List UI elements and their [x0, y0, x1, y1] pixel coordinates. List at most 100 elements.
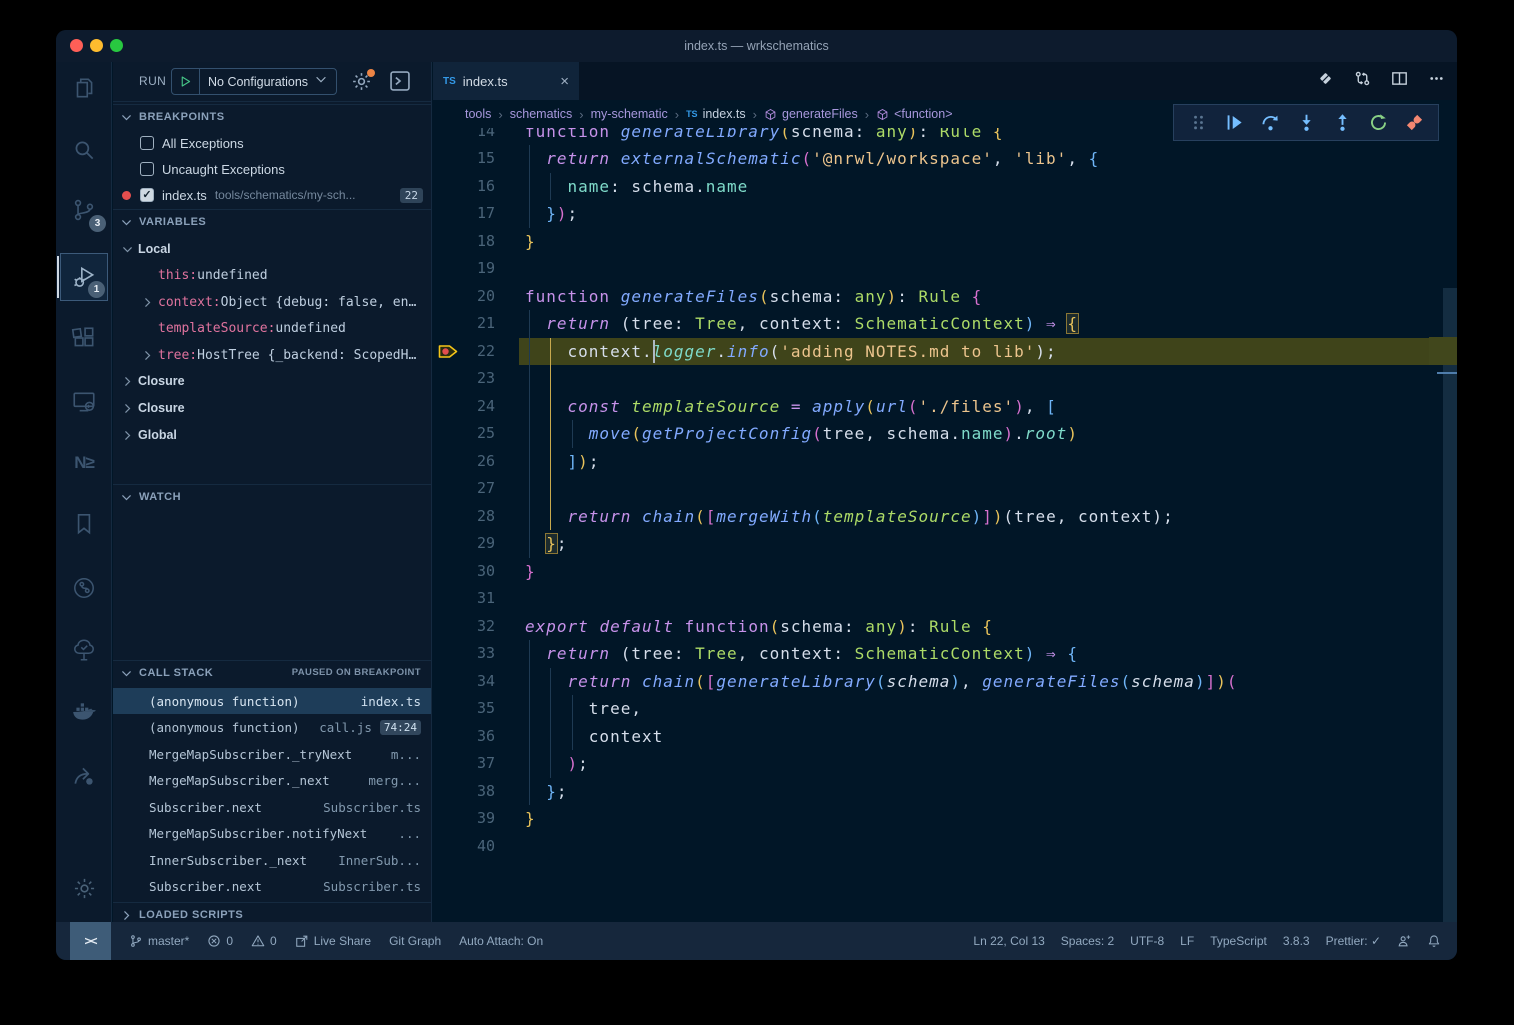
- code-line[interactable]: 39}: [433, 805, 1457, 833]
- line-number[interactable]: 26: [451, 448, 495, 476]
- code-line[interactable]: 24 const templateSource = apply(url('./f…: [433, 393, 1457, 421]
- code-line[interactable]: 28 return chain([mergeWith(templateSourc…: [433, 503, 1457, 531]
- call-stack-frame[interactable]: MergeMapSubscriber.notifyNext...: [113, 821, 431, 847]
- call-stack-frame[interactable]: MergeMapSubscriber._tryNextm...: [113, 741, 431, 767]
- line-number[interactable]: 39: [451, 805, 495, 833]
- ts-version[interactable]: 3.8.3: [1283, 934, 1310, 948]
- line-number[interactable]: 29: [451, 530, 495, 558]
- code-line[interactable]: 37 );: [433, 750, 1457, 778]
- line-number[interactable]: 15: [451, 145, 495, 173]
- call-stack-frame[interactable]: Subscriber.nextSubscriber.ts: [113, 874, 431, 900]
- line-number[interactable]: 30: [451, 558, 495, 586]
- code-line[interactable]: 36 context: [433, 723, 1457, 751]
- step-into-button[interactable]: [1288, 108, 1324, 138]
- breadcrumb-item[interactable]: tools: [465, 107, 491, 121]
- breakpoint-item[interactable]: All Exceptions: [113, 130, 431, 156]
- chevron-right-icon[interactable]: [141, 296, 154, 309]
- variable-row[interactable]: Closure: [113, 395, 431, 421]
- line-number[interactable]: 32: [451, 613, 495, 641]
- errors[interactable]: 0: [207, 934, 233, 948]
- activity-bar-explorer[interactable]: [60, 64, 108, 112]
- launch-configuration-dropdown[interactable]: No Configurations: [171, 68, 337, 95]
- language-mode[interactable]: TypeScript: [1210, 934, 1267, 948]
- section-header-variables[interactable]: VARIABLES: [113, 209, 431, 233]
- line-number[interactable]: 34: [451, 668, 495, 696]
- step-out-button[interactable]: [1324, 108, 1360, 138]
- chevron-down-icon[interactable]: [121, 243, 134, 256]
- line-number[interactable]: 24: [451, 393, 495, 421]
- code-line[interactable]: 27: [433, 475, 1457, 503]
- code-line[interactable]: 32export default function(schema: any): …: [433, 613, 1457, 641]
- call-stack-frame[interactable]: MergeMapSubscriber._nextmerg...: [113, 768, 431, 794]
- activity-bar-remote-explorer[interactable]: [60, 378, 108, 426]
- code-line[interactable]: 18}: [433, 228, 1457, 256]
- activity-bar-bookmarks[interactable]: [60, 500, 108, 548]
- code-line[interactable]: 38 };: [433, 778, 1457, 806]
- section-header-watch[interactable]: WATCH: [113, 484, 431, 508]
- code-line[interactable]: 29 };: [433, 530, 1457, 558]
- line-number[interactable]: 31: [451, 585, 495, 613]
- restart-button[interactable]: [1360, 108, 1396, 138]
- code-line[interactable]: 30}: [433, 558, 1457, 586]
- line-number[interactable]: 37: [451, 750, 495, 778]
- code-line[interactable]: 40: [433, 833, 1457, 861]
- code-line[interactable]: 21 return (tree: Tree, context: Schemati…: [433, 310, 1457, 338]
- notifications[interactable]: [1427, 934, 1441, 948]
- code-line[interactable]: 17 });: [433, 200, 1457, 228]
- activity-bar-nx-console[interactable]: N≥: [60, 439, 108, 487]
- checkbox[interactable]: ✓: [140, 188, 154, 202]
- open-launch-json-button[interactable]: [351, 71, 373, 93]
- feedback[interactable]: [1397, 934, 1411, 948]
- line-number[interactable]: 40: [451, 833, 495, 861]
- code-line[interactable]: 33 return (tree: Tree, context: Schemati…: [433, 640, 1457, 668]
- line-number[interactable]: 23: [451, 365, 495, 393]
- compare-changes-button[interactable]: [1354, 70, 1371, 92]
- code-line[interactable]: 19: [433, 255, 1457, 283]
- line-number[interactable]: 16: [451, 173, 495, 201]
- checkbox[interactable]: [140, 162, 154, 176]
- git-branch[interactable]: master*: [129, 934, 189, 948]
- variable-row[interactable]: tree: HostTree {_backend: ScopedH…: [113, 342, 431, 368]
- git-graph[interactable]: Git Graph: [389, 934, 441, 948]
- scrollbar-slider[interactable]: [1443, 288, 1457, 922]
- configuration-value[interactable]: No Configurations: [200, 75, 314, 89]
- breadcrumb-item[interactable]: TSindex.ts: [686, 107, 746, 121]
- chevron-right-icon[interactable]: [121, 375, 134, 388]
- variable-row[interactable]: Closure: [113, 368, 431, 394]
- chevron-right-icon[interactable]: [141, 349, 154, 362]
- indentation[interactable]: Spaces: 2: [1061, 934, 1114, 948]
- tab-index-ts[interactable]: TS index.ts ×: [433, 62, 579, 100]
- variable-row[interactable]: context: Object {debug: false, en…: [113, 289, 431, 315]
- section-header-breakpoints[interactable]: BREAKPOINTS: [113, 104, 431, 128]
- call-stack-frame[interactable]: (anonymous function)index.ts: [113, 688, 431, 714]
- breadcrumb-item[interactable]: schematics: [510, 107, 573, 121]
- activity-bar-extensions[interactable]: [60, 314, 108, 362]
- section-header-call-stack[interactable]: CALL STACKPAUSED ON BREAKPOINT: [113, 660, 431, 684]
- encoding[interactable]: UTF-8: [1130, 934, 1164, 948]
- more-actions-button[interactable]: [1428, 70, 1445, 92]
- breakpoint-item[interactable]: ✓index.tstools/schematics/my-sch...22: [113, 182, 431, 208]
- code-line[interactable]: 16 name: schema.name: [433, 173, 1457, 201]
- line-number[interactable]: 38: [451, 778, 495, 806]
- warnings[interactable]: 0: [251, 934, 277, 948]
- close-tab-icon[interactable]: ×: [560, 73, 569, 90]
- activity-bar-docker[interactable]: [60, 688, 108, 736]
- drag-handle-button[interactable]: [1180, 108, 1216, 138]
- code-line[interactable]: 15 return externalSchematic('@nrwl/works…: [433, 145, 1457, 173]
- breadcrumb-item[interactable]: <function>: [876, 107, 952, 121]
- eol[interactable]: LF: [1180, 934, 1194, 948]
- code-line[interactable]: 31: [433, 585, 1457, 613]
- live-share[interactable]: Live Share: [295, 934, 371, 948]
- activity-bar-manage[interactable]: [60, 864, 108, 912]
- chevron-right-icon[interactable]: [121, 429, 134, 442]
- line-number[interactable]: 21: [451, 310, 495, 338]
- start-debugging-button[interactable]: [172, 69, 200, 94]
- split-editor-button[interactable]: [1391, 70, 1408, 92]
- variable-row[interactable]: this: undefined: [113, 262, 431, 288]
- code-line[interactable]: 25 move(getProjectConfig(tree, schema.na…: [433, 420, 1457, 448]
- editor-scrollbar[interactable]: [1443, 100, 1457, 922]
- current-statement-breakpoint-icon[interactable]: [438, 342, 458, 361]
- code-editor[interactable]: 14function generateLibrary(schema: any):…: [433, 100, 1457, 922]
- line-number[interactable]: 18: [451, 228, 495, 256]
- code-line[interactable]: 34 return chain([generateLibrary(schema)…: [433, 668, 1457, 696]
